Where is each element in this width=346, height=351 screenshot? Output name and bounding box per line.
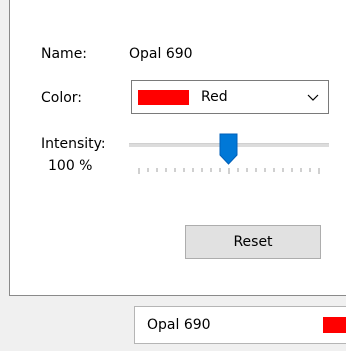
color-swatch [138,90,189,105]
status-color-swatch [323,317,346,333]
intensity-label: Intensity: [41,136,106,152]
reset-button[interactable]: Reset [185,225,321,259]
color-dropdown[interactable]: Red [131,80,329,114]
name-label: Name: [41,46,88,62]
slider-ticks [138,168,320,174]
slider-thumb[interactable] [219,133,238,165]
color-label: Color: [41,90,83,106]
status-name: Opal 690 [147,317,211,333]
intensity-value: 100 % [48,158,93,174]
status-field: Opal 690 [134,306,346,344]
color-selected-value: Red [201,89,228,105]
properties-window: Name: Opal 690 Color: Red Intensity: 100… [0,0,346,351]
name-value: Opal 690 [129,46,193,62]
chevron-down-icon [307,94,319,101]
intensity-slider[interactable] [129,130,329,176]
properties-panel: Name: Opal 690 Color: Red Intensity: 100… [9,0,346,296]
